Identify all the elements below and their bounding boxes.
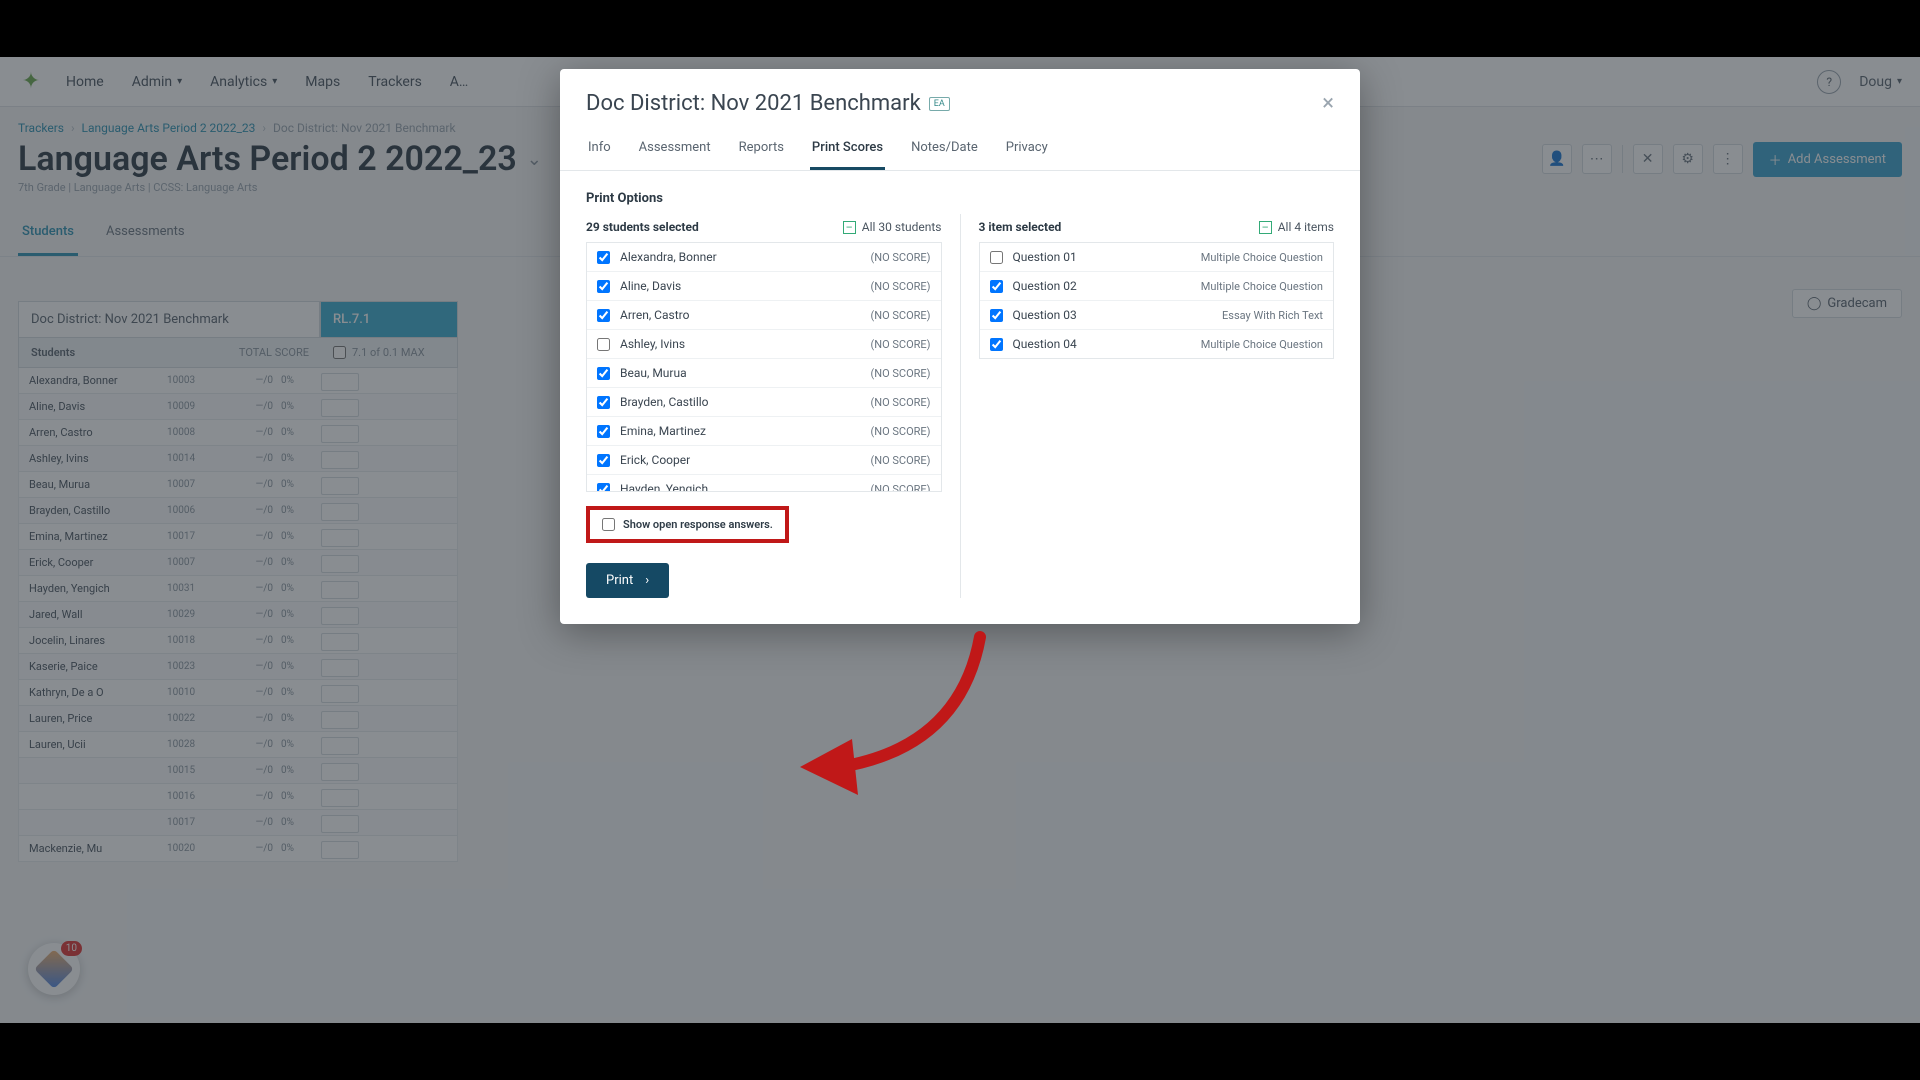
student-row[interactable]: Aline, Davis(NO SCORE)	[587, 272, 941, 301]
student-checkbox[interactable]	[597, 280, 610, 293]
modal-tab-print-scores[interactable]: Print Scores	[810, 130, 885, 170]
question-checkbox[interactable]	[990, 338, 1003, 351]
student-row[interactable]: Arren, Castro(NO SCORE)	[587, 301, 941, 330]
students-selected-label: 29 students selected	[586, 220, 699, 234]
chevron-right-icon: ›	[645, 573, 649, 588]
modal-tab-assessment[interactable]: Assessment	[637, 130, 713, 170]
student-row[interactable]: Alexandra, Bonner(NO SCORE)	[587, 243, 941, 272]
indeterminate-checkbox-icon[interactable]: –	[843, 221, 856, 234]
student-row[interactable]: Hayden, Yengich(NO SCORE)	[587, 475, 941, 492]
question-checkbox[interactable]	[990, 309, 1003, 322]
ea-badge: EA	[929, 97, 950, 111]
student-checkbox[interactable]	[597, 396, 610, 409]
question-list: Question 01Multiple Choice QuestionQuest…	[979, 242, 1335, 359]
student-checkbox[interactable]	[597, 483, 610, 493]
student-checkbox[interactable]	[597, 338, 610, 351]
student-row[interactable]: Emina, Martinez(NO SCORE)	[587, 417, 941, 446]
modal-tab-privacy[interactable]: Privacy	[1004, 130, 1050, 170]
student-list: Alexandra, Bonner(NO SCORE)Aline, Davis(…	[586, 242, 942, 492]
modal-title: Doc District: Nov 2021 BenchmarkEA	[586, 91, 950, 116]
modal-tab-info[interactable]: Info	[586, 130, 613, 170]
student-row[interactable]: Erick, Cooper(NO SCORE)	[587, 446, 941, 475]
all-items-label[interactable]: All 4 items	[1278, 220, 1334, 234]
show-open-response-checkbox[interactable]	[602, 518, 615, 531]
student-row[interactable]: Ashley, Ivins(NO SCORE)	[587, 330, 941, 359]
student-checkbox[interactable]	[597, 425, 610, 438]
print-options-label: Print Options	[586, 191, 1334, 206]
student-checkbox[interactable]	[597, 367, 610, 380]
items-selected-label: 3 item selected	[979, 220, 1062, 234]
modal-tab-reports[interactable]: Reports	[737, 130, 786, 170]
student-row[interactable]: Brayden, Castillo(NO SCORE)	[587, 388, 941, 417]
indeterminate-checkbox-icon[interactable]: –	[1259, 221, 1272, 234]
student-checkbox[interactable]	[597, 454, 610, 467]
question-row[interactable]: Question 04Multiple Choice Question	[980, 330, 1334, 358]
student-checkbox[interactable]	[597, 251, 610, 264]
modal-tab-notes-date[interactable]: Notes/Date	[909, 130, 980, 170]
show-open-response-option[interactable]: Show open response answers.	[586, 506, 789, 543]
question-row[interactable]: Question 02Multiple Choice Question	[980, 272, 1334, 301]
close-icon[interactable]: ×	[1322, 91, 1334, 116]
print-button[interactable]: Print ›	[586, 563, 669, 598]
question-row[interactable]: Question 01Multiple Choice Question	[980, 243, 1334, 272]
question-checkbox[interactable]	[990, 280, 1003, 293]
student-checkbox[interactable]	[597, 309, 610, 322]
student-row[interactable]: Beau, Murua(NO SCORE)	[587, 359, 941, 388]
question-checkbox[interactable]	[990, 251, 1003, 264]
print-modal: Doc District: Nov 2021 BenchmarkEA × Inf…	[560, 69, 1360, 624]
question-row[interactable]: Question 03Essay With Rich Text	[980, 301, 1334, 330]
all-students-label[interactable]: All 30 students	[862, 220, 942, 234]
